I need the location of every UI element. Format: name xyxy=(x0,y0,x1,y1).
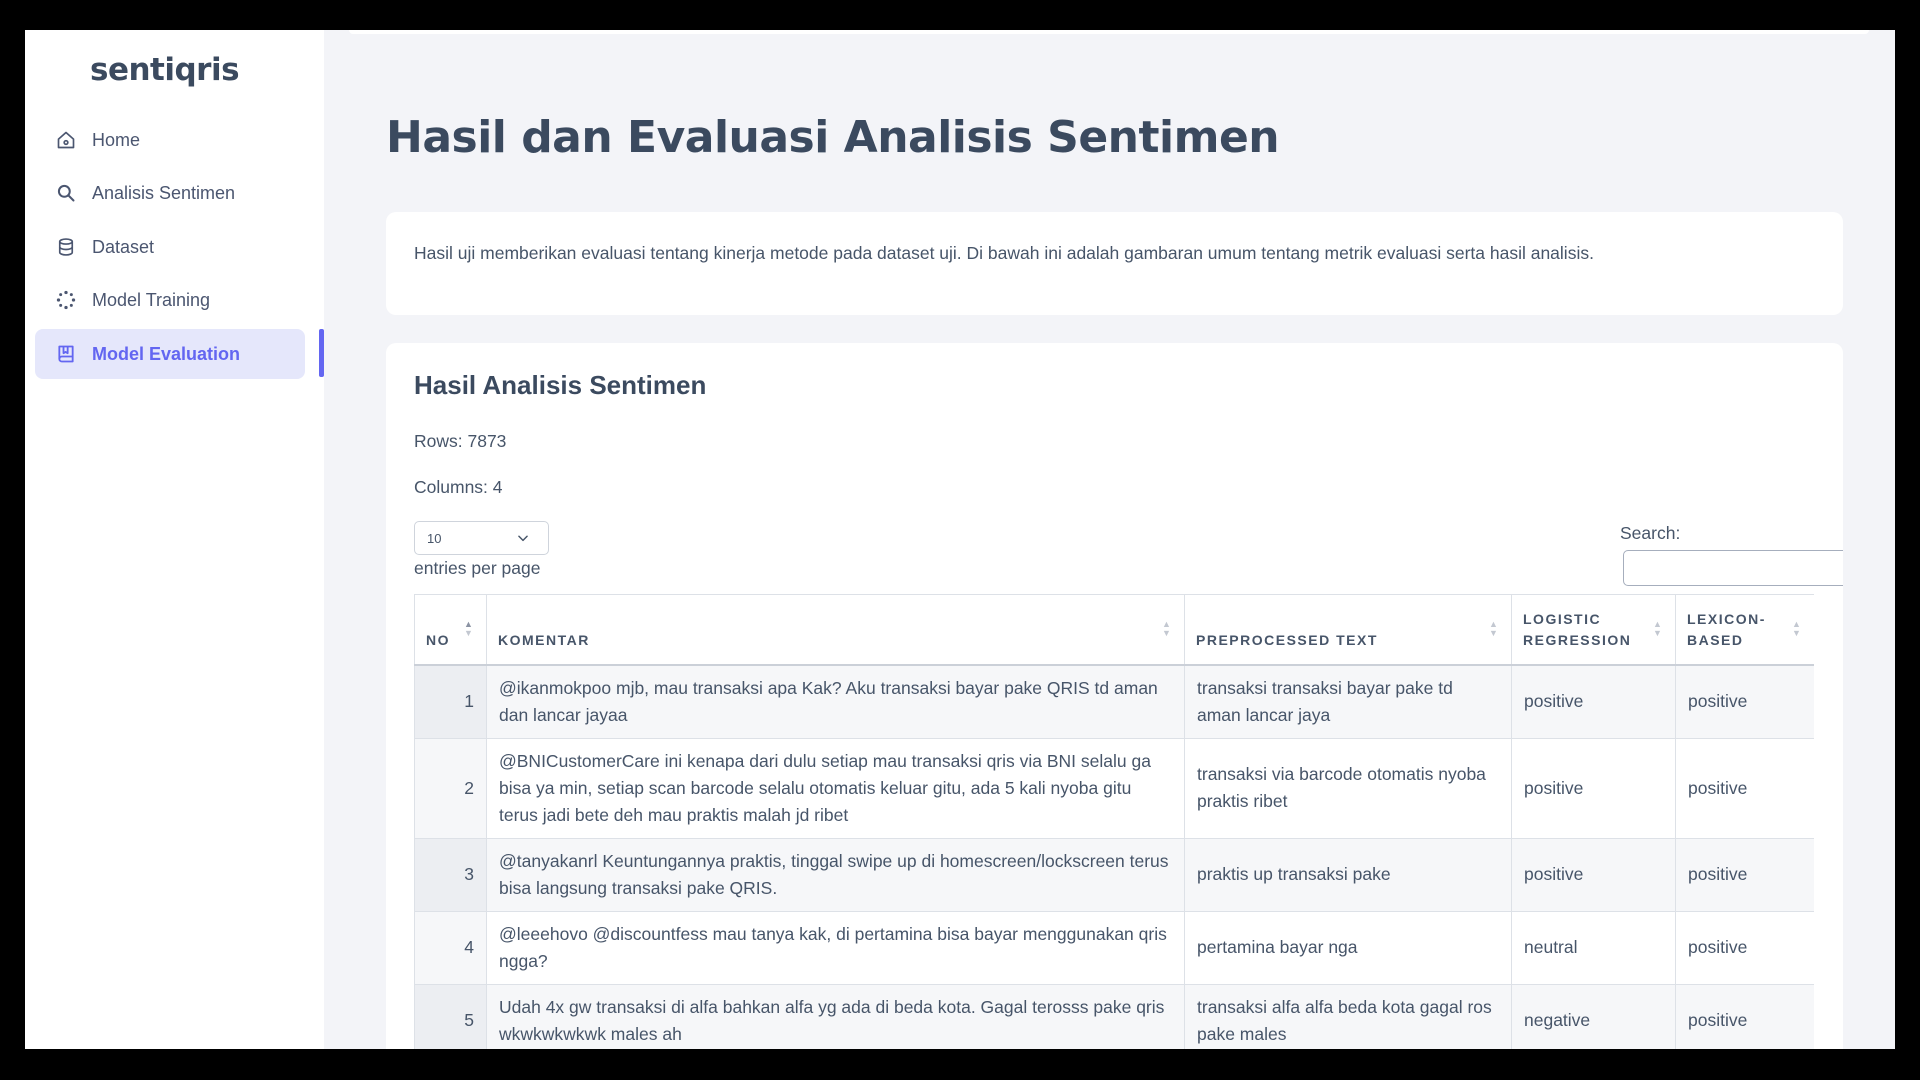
cell-no: 3 xyxy=(414,837,487,912)
column-header-logistic-regression[interactable]: LOGISTIC REGRESSION ▲ ▼ xyxy=(1511,594,1676,666)
cell-komentar: @ikanmokpoo mjb, mau transaksi apa Kak? … xyxy=(486,664,1185,739)
active-indicator xyxy=(319,329,324,377)
sidebar-item-label: Dataset xyxy=(92,236,155,257)
column-header-label: LOGISTIC REGRESSION xyxy=(1523,610,1632,648)
sidebar: sentiqris Home Analisis Sentimen Dataset… xyxy=(25,30,324,1049)
results-card: Hasil Analisis Sentimen Rows: 7873 Colum… xyxy=(386,343,1843,1049)
cell-komentar: Udah 4x gw transaksi di alfa bahkan alfa… xyxy=(486,983,1185,1049)
cell-lexicon-based: positive xyxy=(1675,837,1814,912)
app-window: sentiqris Home Analisis Sentimen Dataset… xyxy=(25,30,1895,1049)
sidebar-item-label: Home xyxy=(92,129,141,150)
cell-komentar: @leeehovo @discountfess mau tanya kak, d… xyxy=(486,910,1185,985)
cell-preprocessed-text: transaksi transaksi bayar pake td aman l… xyxy=(1184,664,1512,739)
sidebar-item-analisis-sentimen[interactable]: Analisis Sentimen xyxy=(35,168,305,218)
cell-no: 1 xyxy=(414,664,487,739)
results-table: NO ▲ ▼ KOMENTAR ▲ ▼ PREPROCESSED TEXT ▲ ▼ xyxy=(414,594,1814,1049)
search-icon xyxy=(55,182,77,204)
search-label: Search: xyxy=(1620,523,1681,543)
sidebar-item-dataset[interactable]: Dataset xyxy=(35,222,305,272)
loader-icon xyxy=(55,289,77,311)
table-row: 3 @tanyakanrl Keuntungannya praktis, tin… xyxy=(414,837,1814,912)
column-header-label: KOMENTAR xyxy=(498,631,590,648)
book-icon xyxy=(55,343,77,365)
sort-icon: ▲ ▼ xyxy=(1792,619,1803,638)
entries-per-page-label: entries per page xyxy=(414,558,541,578)
sidebar-item-label: Model Training xyxy=(92,289,211,310)
sort-icon: ▲ ▼ xyxy=(1653,619,1664,638)
table-row: 1 @ikanmokpoo mjb, mau transaksi apa Kak… xyxy=(414,664,1814,739)
cell-logistic-regression: neutral xyxy=(1511,910,1676,985)
cell-lexicon-based: positive xyxy=(1675,983,1814,1049)
results-title: Hasil Analisis Sentimen xyxy=(414,370,707,400)
column-header-lexicon-based[interactable]: LEXICON-BASED ▲ ▼ xyxy=(1675,594,1814,666)
rows-count: Rows: 7873 xyxy=(414,431,507,451)
entries-per-page-select[interactable]: 10 xyxy=(414,521,549,555)
cell-preprocessed-text: transaksi alfa alfa beda kota gagal ros … xyxy=(1184,983,1512,1049)
cell-logistic-regression: positive xyxy=(1511,837,1676,912)
cell-lexicon-based: positive xyxy=(1675,664,1814,739)
cell-preprocessed-text: transaksi via barcode otomatis nyoba pra… xyxy=(1184,737,1512,839)
search-input[interactable] xyxy=(1623,550,1843,586)
column-header-preprocessed-text[interactable]: PREPROCESSED TEXT ▲ ▼ xyxy=(1184,594,1512,666)
column-header-label: PREPROCESSED TEXT xyxy=(1196,631,1378,648)
cell-komentar: @tanyakanrl Keuntungannya praktis, tingg… xyxy=(486,837,1185,912)
cell-preprocessed-text: pertamina bayar nga xyxy=(1184,910,1512,985)
cell-no: 5 xyxy=(414,983,487,1049)
sort-icon: ▲ ▼ xyxy=(1162,619,1173,638)
table-header-row: NO ▲ ▼ KOMENTAR ▲ ▼ PREPROCESSED TEXT ▲ ▼ xyxy=(414,594,1814,666)
column-header-komentar[interactable]: KOMENTAR ▲ ▼ xyxy=(486,594,1185,666)
chevron-down-icon xyxy=(516,531,530,548)
cell-no: 2 xyxy=(414,737,487,839)
sidebar-item-label: Model Evaluation xyxy=(92,343,241,364)
sidebar-item-model-evaluation[interactable]: Model Evaluation xyxy=(35,329,305,379)
brand-logo[interactable]: sentiqris xyxy=(90,52,240,88)
cell-logistic-regression: positive xyxy=(1511,737,1676,839)
entries-select-value: 10 xyxy=(427,530,442,546)
results-table-wrapper: NO ▲ ▼ KOMENTAR ▲ ▼ PREPROCESSED TEXT ▲ ▼ xyxy=(414,594,1814,1049)
table-row: 4 @leeehovo @discountfess mau tanya kak,… xyxy=(414,910,1814,985)
table-row: 2 @BNICustomerCare ini kenapa dari dulu … xyxy=(414,737,1814,839)
sort-icon: ▲ ▼ xyxy=(1489,619,1500,638)
cell-komentar: @BNICustomerCare ini kenapa dari dulu se… xyxy=(486,737,1185,839)
cell-logistic-regression: negative xyxy=(1511,983,1676,1049)
cell-preprocessed-text: praktis up transaksi pake xyxy=(1184,837,1512,912)
home-icon xyxy=(55,129,77,151)
cell-logistic-regression: positive xyxy=(1511,664,1676,739)
column-header-label: LEXICON-BASED xyxy=(1687,610,1766,648)
cell-lexicon-based: positive xyxy=(1675,737,1814,839)
sort-icon: ▲ ▼ xyxy=(464,619,475,638)
sidebar-item-label: Analisis Sentimen xyxy=(92,182,236,203)
cell-lexicon-based: positive xyxy=(1675,910,1814,985)
intro-card: Hasil uji memberikan evaluasi tentang ki… xyxy=(386,212,1843,315)
database-icon xyxy=(55,236,77,258)
sidebar-item-home[interactable]: Home xyxy=(35,115,305,165)
column-header-no[interactable]: NO ▲ ▼ xyxy=(414,594,487,666)
sidebar-item-model-training[interactable]: Model Training xyxy=(35,275,305,325)
cell-no: 4 xyxy=(414,910,487,985)
page-title: Hasil dan Evaluasi Analisis Sentimen xyxy=(386,112,1280,163)
columns-count: Columns: 4 xyxy=(414,477,503,497)
top-bar xyxy=(349,30,1869,34)
intro-text: Hasil uji memberikan evaluasi tentang ki… xyxy=(414,243,1594,263)
column-header-label: NO xyxy=(426,631,450,648)
table-row: 5 Udah 4x gw transaksi di alfa bahkan al… xyxy=(414,983,1814,1049)
